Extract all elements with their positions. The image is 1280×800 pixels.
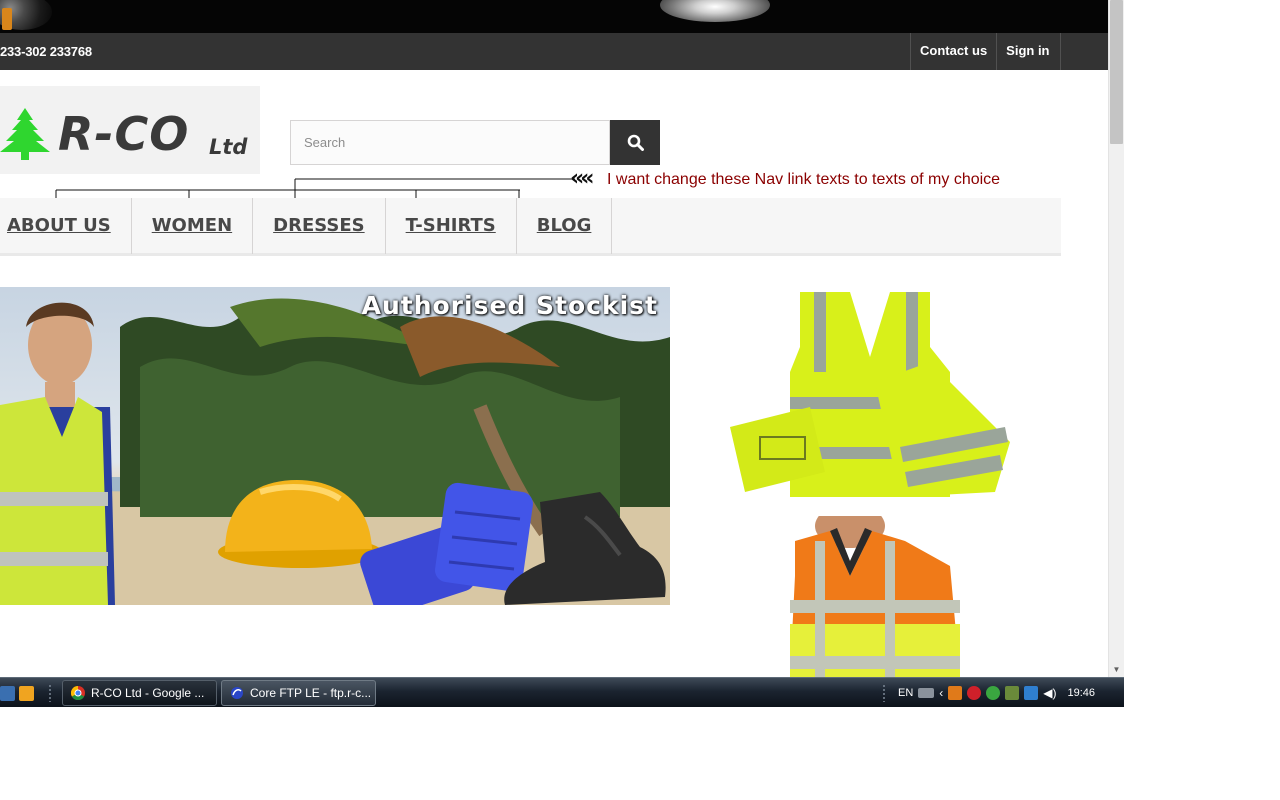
- taskbar-window-chrome[interactable]: R-CO Ltd - Google ...: [62, 680, 217, 706]
- menu-item-about-us[interactable]: ABOUT US: [0, 198, 132, 254]
- taskbar-window-ftp[interactable]: Core FTP LE - ftp.r-c...: [221, 680, 376, 706]
- browser-viewport: 233-302 233768 Contact us Sign in R-CO L…: [0, 0, 1280, 800]
- taskbar-window-label: R-CO Ltd - Google ...: [91, 686, 205, 700]
- tray-expand-icon[interactable]: ‹: [939, 686, 943, 700]
- banner-decoration-left: [0, 0, 52, 30]
- banner-decoration-car: [660, 0, 770, 22]
- site-logo[interactable]: R-CO Ltd: [0, 86, 260, 174]
- taskbar-clock[interactable]: 19:46: [1068, 687, 1096, 699]
- tree-icon: [0, 108, 50, 160]
- sign-in-link[interactable]: Sign in: [996, 33, 1061, 70]
- annotation-note: I want change these Nav link texts to te…: [607, 171, 1001, 188]
- double-arrow-icon: ««: [570, 166, 595, 191]
- tray-grip: [882, 684, 886, 702]
- header-info-bar: 233-302 233768 Contact us Sign in: [0, 33, 1108, 70]
- header-user-links: Contact us Sign in: [910, 33, 1061, 70]
- logo-suffix: Ltd: [209, 135, 248, 159]
- phone-number: 233-302 233768: [0, 44, 92, 59]
- menu-item-t-shirts[interactable]: T-SHIRTS: [386, 198, 517, 254]
- network-icon[interactable]: [1024, 686, 1039, 700]
- menu-item-women[interactable]: WOMEN: [132, 198, 254, 254]
- hero-title: Authorised Stockist: [361, 291, 658, 320]
- core-ftp-icon: [231, 687, 243, 699]
- show-desktop-icon[interactable]: [0, 685, 15, 701]
- scrollbar-thumb[interactable]: [1110, 0, 1123, 144]
- tray-app-icon-green[interactable]: [986, 686, 1001, 700]
- menu-item-dresses[interactable]: DRESSES: [253, 198, 386, 254]
- orange-jacket-image: [790, 516, 960, 677]
- promo-yellow-vests[interactable]: [700, 287, 1040, 505]
- media-player-icon[interactable]: [19, 685, 34, 701]
- top-banner: [0, 0, 1108, 33]
- system-tray: EN ‹ ◀) 19:46: [898, 678, 1095, 708]
- contact-us-link[interactable]: Contact us: [910, 33, 996, 70]
- keyboard-icon[interactable]: [918, 688, 935, 698]
- search-form: [290, 120, 660, 165]
- page-scrollbar[interactable]: ▼: [1108, 0, 1124, 677]
- language-indicator[interactable]: EN: [898, 687, 913, 699]
- volume-icon[interactable]: ◀): [1043, 686, 1056, 700]
- chrome-icon: [71, 686, 85, 700]
- hero-image: [0, 298, 670, 605]
- taskbar-grip: [48, 684, 52, 702]
- search-button[interactable]: [610, 120, 660, 165]
- menu-item-blog[interactable]: BLOG: [517, 198, 613, 254]
- taskbar-window-label: Core FTP LE - ftp.r-c...: [250, 686, 372, 700]
- promo-orange-jacket[interactable]: [700, 516, 1040, 677]
- tray-device-icon[interactable]: [1005, 686, 1020, 700]
- hero-banner[interactable]: Authorised Stockist: [0, 287, 670, 605]
- quick-launch: [0, 678, 34, 708]
- search-input[interactable]: [290, 120, 610, 165]
- main-menu: ABOUT US WOMEN DRESSES T-SHIRTS BLOG: [0, 198, 1061, 256]
- yellow-vest-image: [730, 292, 1010, 497]
- scroll-down-arrow-icon[interactable]: ▼: [1112, 666, 1121, 674]
- tray-app-icon-orange[interactable]: [948, 686, 963, 700]
- search-icon: [627, 134, 644, 151]
- logo-wordmark: R-CO: [58, 107, 190, 161]
- os-taskbar: R-CO Ltd - Google ... Core FTP LE - ftp.…: [0, 677, 1124, 707]
- tray-app-icon-red[interactable]: [967, 686, 982, 700]
